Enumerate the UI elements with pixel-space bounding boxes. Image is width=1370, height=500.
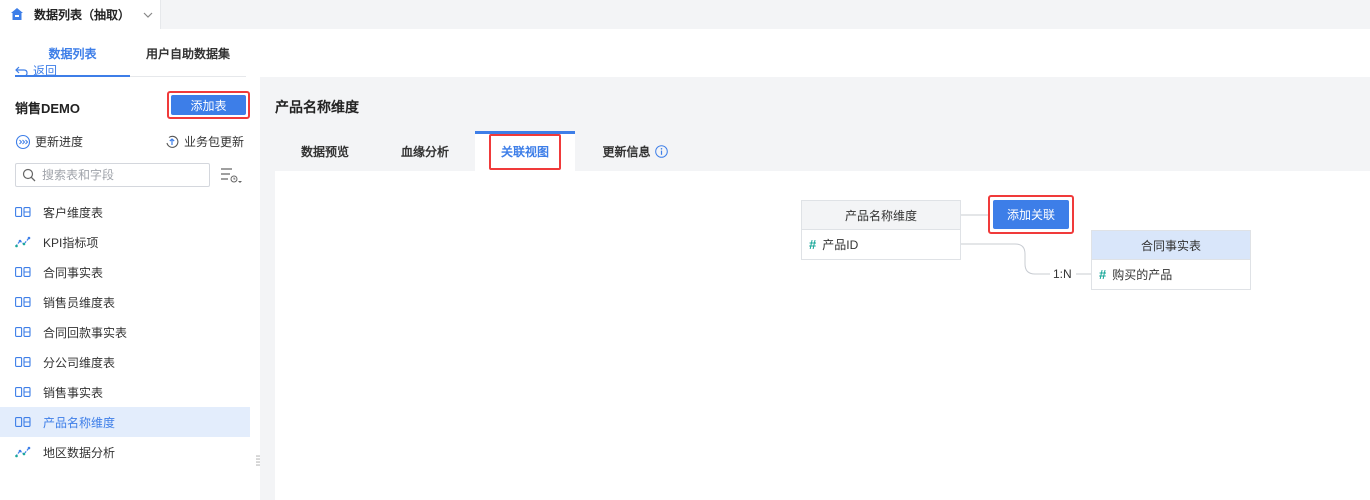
number-field-icon: # bbox=[809, 237, 817, 252]
search-box bbox=[15, 163, 210, 187]
top-tab[interactable]: 数据列表（抽取） bbox=[0, 0, 161, 29]
progress-icon bbox=[15, 134, 31, 149]
add-relation-button[interactable]: 添加关联 bbox=[993, 200, 1069, 229]
business-update-label: 业务包更新 bbox=[184, 135, 245, 149]
search-icon bbox=[22, 168, 36, 182]
source-field-row[interactable]: # 产品ID bbox=[802, 230, 960, 259]
add-table-button[interactable]: 添加表 bbox=[171, 95, 246, 115]
undo-icon bbox=[15, 66, 28, 77]
back-label: 返回 bbox=[33, 64, 58, 78]
update-progress-link[interactable]: 更新进度 bbox=[15, 133, 83, 150]
analysis-icon bbox=[15, 446, 31, 458]
target-table-node[interactable]: 合同事实表 # 购买的产品 bbox=[1091, 230, 1251, 290]
home-icon bbox=[10, 7, 26, 23]
source-table-node[interactable]: 产品名称维度 # 产品ID bbox=[801, 200, 961, 260]
update-progress-label: 更新进度 bbox=[35, 135, 84, 149]
table-list-item[interactable]: 客户维度表 bbox=[0, 197, 250, 227]
tab-relation-view-label: 关联视图 bbox=[489, 133, 561, 170]
business-update-link[interactable]: 业务包更新 bbox=[164, 133, 244, 150]
table-list-item[interactable]: 销售员维度表 bbox=[0, 287, 250, 317]
db-icon bbox=[15, 266, 31, 278]
table-list-item-label: KPI指标项 bbox=[43, 235, 99, 250]
db-icon bbox=[15, 206, 31, 218]
upload-refresh-icon bbox=[166, 135, 179, 148]
table-list-item[interactable]: 地区数据分析 bbox=[0, 437, 250, 467]
back-link[interactable]: 返回 bbox=[15, 62, 57, 79]
target-table-name: 合同事实表 bbox=[1092, 231, 1250, 260]
table-list-item[interactable]: 产品名称维度 bbox=[0, 407, 250, 437]
target-field-name: 购买的产品 bbox=[1112, 268, 1173, 282]
tab-lineage-analysis[interactable]: 血缘分析 bbox=[375, 131, 475, 171]
table-list-item[interactable]: KPI指标项 bbox=[0, 227, 250, 257]
table-list-item-label: 合同回款事实表 bbox=[43, 325, 128, 340]
db-icon bbox=[15, 416, 31, 428]
table-list-item-label: 产品名称维度 bbox=[43, 415, 116, 430]
search-input[interactable] bbox=[42, 168, 202, 182]
target-field-row[interactable]: # 购买的产品 bbox=[1092, 260, 1250, 289]
table-list-item[interactable]: 销售事实表 bbox=[0, 377, 250, 407]
tab-self-service-dataset[interactable]: 用户自助数据集 bbox=[130, 43, 246, 77]
number-field-icon: # bbox=[1099, 267, 1107, 282]
top-tab-bar: 数据列表（抽取） bbox=[0, 0, 1370, 29]
tab-relation-view[interactable]: 关联视图 bbox=[475, 131, 575, 171]
cardinality-label[interactable]: 1:N bbox=[1053, 267, 1072, 281]
db-icon bbox=[15, 386, 31, 398]
source-field-name: 产品ID bbox=[822, 238, 859, 252]
main-tabs: 数据预览 血缘分析 关联视图 更新信息 bbox=[275, 131, 1370, 171]
table-list-item-label: 客户维度表 bbox=[43, 205, 104, 220]
top-tab-title: 数据列表（抽取） bbox=[34, 8, 131, 22]
package-name: 销售DEMO bbox=[15, 101, 81, 116]
table-list-item[interactable]: 合同回款事实表 bbox=[0, 317, 250, 347]
db-icon bbox=[15, 326, 31, 338]
add-relation-highlight: 添加关联 bbox=[988, 195, 1074, 234]
add-table-highlight: 添加表 bbox=[167, 91, 250, 119]
db-icon bbox=[15, 296, 31, 308]
analysis-icon bbox=[15, 236, 31, 248]
filter-sort-icon[interactable] bbox=[220, 166, 242, 186]
table-list-item-label: 分公司维度表 bbox=[43, 355, 116, 370]
tab-update-info[interactable]: 更新信息 bbox=[575, 131, 695, 171]
table-list-item-label: 销售事实表 bbox=[43, 385, 104, 400]
tab-update-info-label: 更新信息 bbox=[602, 144, 651, 159]
page-title: 产品名称维度 bbox=[275, 99, 359, 115]
table-list-item[interactable]: 合同事实表 bbox=[0, 257, 250, 287]
info-icon bbox=[654, 144, 668, 158]
chevron-down-icon[interactable] bbox=[142, 9, 154, 21]
db-icon bbox=[15, 356, 31, 368]
source-table-name: 产品名称维度 bbox=[802, 201, 960, 230]
table-list-item-label: 销售员维度表 bbox=[43, 295, 116, 310]
table-list-item-label: 地区数据分析 bbox=[43, 445, 116, 460]
table-list-item[interactable]: 分公司维度表 bbox=[0, 347, 250, 377]
table-list: 客户维度表 KPI指标项 合同事实表销售员维度表 合同回款事实表 分公司维度表 销售事实表… bbox=[0, 197, 250, 467]
table-list-item-label: 合同事实表 bbox=[43, 265, 104, 280]
tab-data-preview[interactable]: 数据预览 bbox=[275, 131, 375, 171]
